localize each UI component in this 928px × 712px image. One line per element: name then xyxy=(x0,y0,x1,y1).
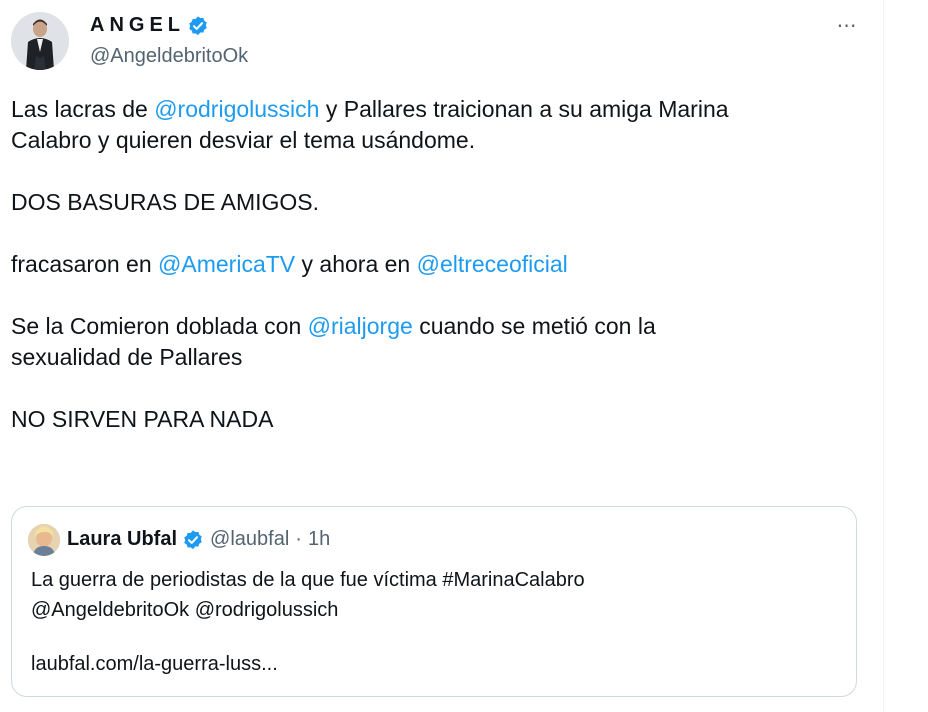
mention-link[interactable]: @rodrigolussich xyxy=(154,96,319,122)
author-name-row[interactable]: ANGEL xyxy=(90,14,209,37)
text-segment: y ahora en xyxy=(295,251,417,277)
quote-line-1: La guerra de periodistas de la que fue v… xyxy=(31,569,585,591)
quote-timestamp[interactable]: 1h xyxy=(308,528,330,551)
author-avatar[interactable] xyxy=(11,12,69,70)
tweet-paragraph-3: fracasaron en @AmericaTV y ahora en @elt… xyxy=(11,249,871,280)
tweet-paragraph-4: Se la Comieron doblada con @rialjorge cu… xyxy=(11,311,871,373)
quote-verified-badge-icon xyxy=(182,529,204,551)
tweet-paragraph-5: NO SIRVEN PARA NADA xyxy=(11,406,274,432)
quote-author-avatar[interactable] xyxy=(28,524,60,556)
quote-header: Laura Ubfal @laubfal · 1h xyxy=(67,528,330,551)
author-name[interactable]: ANGEL xyxy=(90,14,185,37)
quote-line-2: @AngeldebritoOk @rodrigolussich xyxy=(31,599,339,621)
tweet-text: Las lacras de @rodrigolussich y Pallares… xyxy=(11,94,871,435)
tweet-paragraph-1: Las lacras de @rodrigolussich y Pallares… xyxy=(11,94,871,156)
mention-link[interactable]: @eltreceoficial xyxy=(417,251,568,277)
text-segment: fracasaron en xyxy=(11,251,159,277)
verified-badge-icon xyxy=(187,15,209,37)
mention-link[interactable]: @rialjorge xyxy=(308,313,413,339)
quote-author-name[interactable]: Laura Ubfal xyxy=(67,528,177,551)
right-column-divider xyxy=(883,0,884,712)
tweet-paragraph-2: DOS BASURAS DE AMIGOS. xyxy=(11,189,320,215)
text-line: Calabro y quieren desviar el tema usándo… xyxy=(11,127,476,153)
more-options-icon[interactable]: ⋯ xyxy=(832,10,862,40)
author-handle[interactable]: @AngeldebritoOk xyxy=(90,45,248,68)
quote-url-link[interactable]: laubfal.com/la-guerra-luss... xyxy=(31,653,278,676)
quote-author-handle[interactable]: @laubfal xyxy=(210,528,289,551)
quoted-tweet-card[interactable]: Laura Ubfal @laubfal · 1h La guerra de p… xyxy=(11,506,857,697)
quote-text: La guerra de periodistas de la que fue v… xyxy=(31,565,585,625)
mention-link[interactable]: @AmericaTV xyxy=(158,251,295,277)
text-segment: Se la Comieron doblada con xyxy=(11,313,308,339)
quote-dot-separator: · xyxy=(295,528,302,550)
text-segment: Las lacras de xyxy=(11,96,155,122)
text-segment: cuando se metió con la xyxy=(412,313,656,339)
text-line: sexualidad de Pallares xyxy=(11,344,243,370)
text-segment: y Pallares traicionan a su amiga Marina xyxy=(319,96,729,122)
